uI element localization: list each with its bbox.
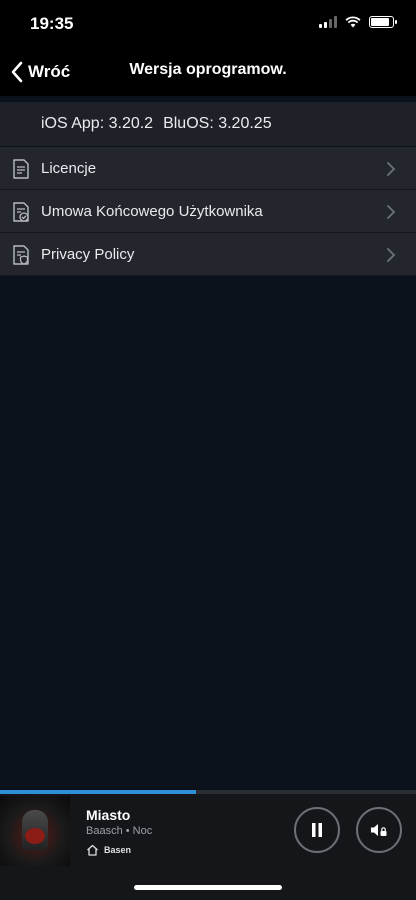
home-indicator[interactable] — [134, 885, 282, 890]
document-check-icon — [13, 202, 29, 222]
page-title: Wersja oprogramow. — [129, 61, 287, 78]
progress-fill — [0, 790, 196, 794]
track-artist-album: Baasch • Noc — [86, 825, 153, 837]
room-label: Basen — [104, 845, 132, 855]
version-info: iOS App: 3.20.2 BluOS: 3.20.25 — [0, 102, 416, 146]
battery-icon — [369, 16, 397, 28]
pause-icon — [312, 823, 322, 837]
menu-item-privacy[interactable]: Privacy Policy — [0, 233, 416, 276]
menu-item-label: Umowa Końcowego Użytkownika — [41, 202, 263, 220]
status-bar: 19:35 — [0, 0, 416, 48]
room-selector[interactable]: Basen — [86, 844, 131, 856]
signal-icon — [319, 16, 337, 28]
menu-item-label: Privacy Policy — [41, 245, 135, 263]
chevron-right-icon — [387, 162, 396, 176]
menu-item-licenses[interactable]: Licencje — [0, 147, 416, 190]
ios-version: iOS App: 3.20.2 — [41, 115, 154, 132]
pause-button[interactable] — [294, 807, 340, 853]
document-shield-icon — [13, 245, 29, 265]
home-icon — [87, 844, 98, 856]
now-playing-bar[interactable]: Miasto Baasch • Noc Basen — [0, 790, 416, 900]
volume-locked-icon — [371, 824, 387, 836]
chevron-right-icon — [387, 248, 396, 262]
menu-list: Licencje Umowa Końcowego Użytkownika Pri… — [0, 147, 416, 276]
status-time: 19:35 — [30, 14, 74, 33]
menu-item-label: Licencje — [41, 159, 97, 177]
album-art[interactable] — [0, 796, 70, 866]
menu-item-eula[interactable]: Umowa Końcowego Użytkownika — [0, 190, 416, 233]
status-icons — [319, 16, 397, 28]
track-title: Miasto — [86, 807, 131, 823]
progress-track[interactable] — [0, 790, 416, 794]
volume-button[interactable] — [356, 807, 402, 853]
nav-bar: Wróć Wersja oprogramow. — [0, 48, 416, 96]
chevron-right-icon — [387, 205, 396, 219]
wifi-icon — [345, 16, 361, 28]
bluos-version: BluOS: 3.20.25 — [163, 115, 272, 132]
document-icon — [13, 159, 29, 179]
